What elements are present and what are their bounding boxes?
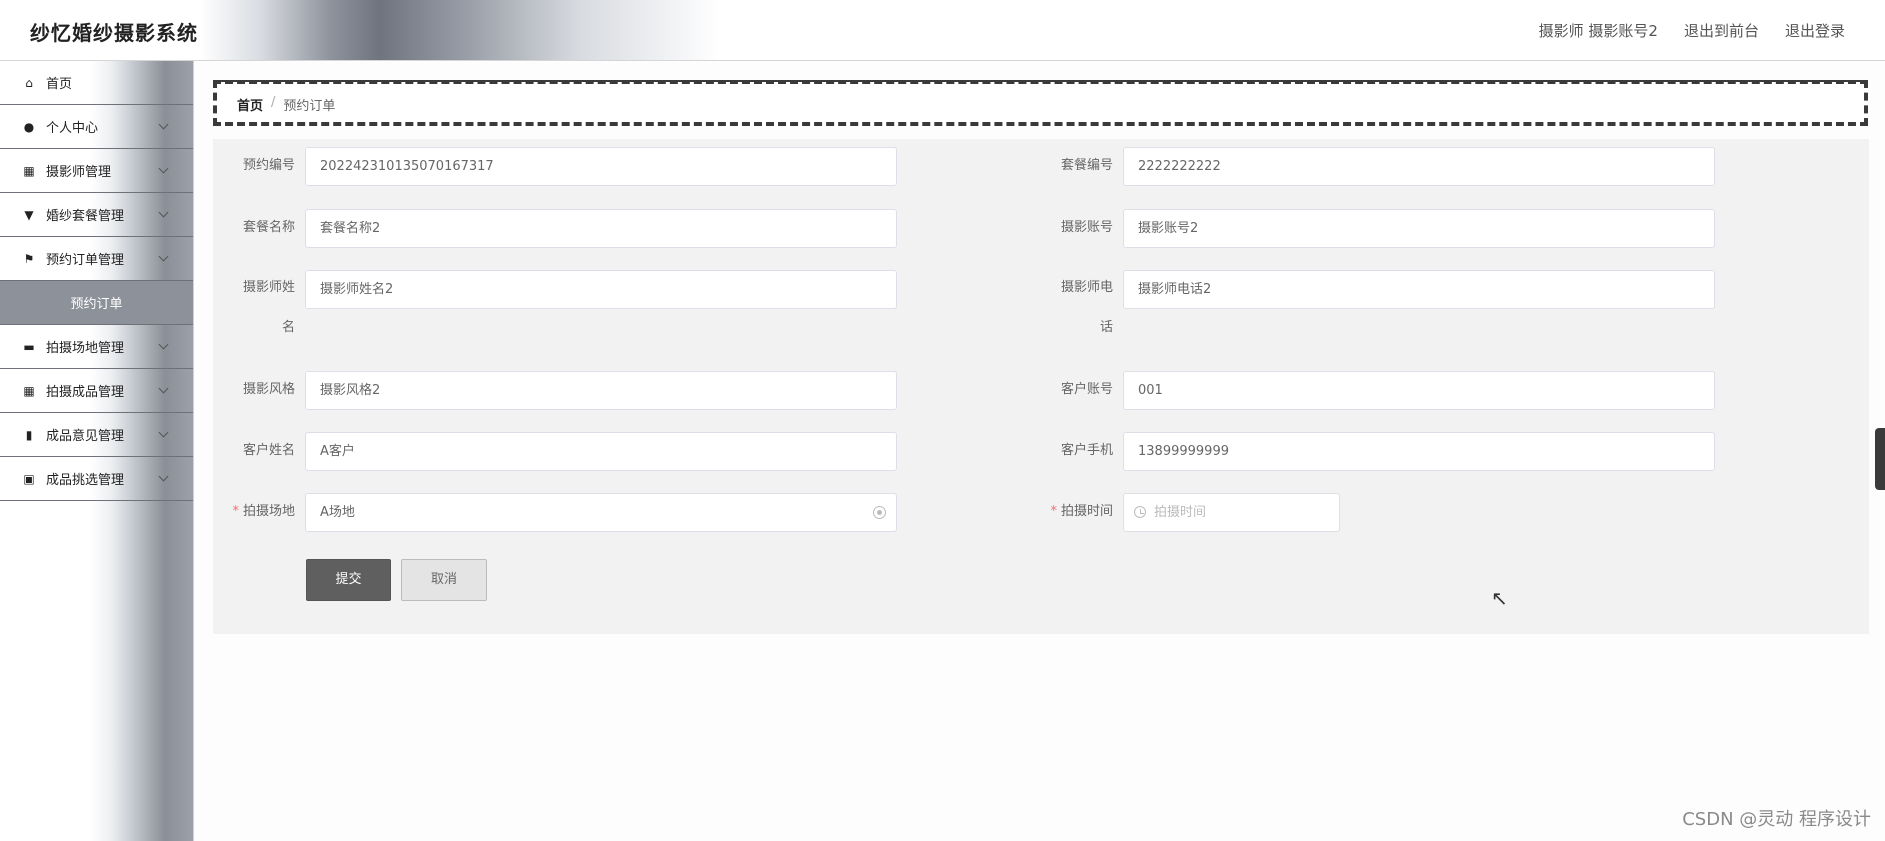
chevron-down-icon [158,119,169,130]
chevron-down-icon [158,383,169,394]
sidebar-item-label: 个人中心 [46,121,99,136]
photographer-name-field[interactable]: 摄影师姓名2 [305,270,897,309]
sidebar-item-personal-center[interactable]: ● 个人中心 [0,105,193,149]
breadcrumb-home[interactable]: 首页 [237,95,263,114]
package-name-field[interactable]: 套餐名称2 [305,209,897,248]
breadcrumb-current: 预约订单 [283,99,336,114]
breadcrumb-separator: / [271,95,276,110]
order-no-field[interactable]: 202242310135070167317 [305,147,897,186]
chevron-down-icon [158,427,169,438]
sidebar-item-label: 成品挑选管理 [46,473,125,488]
photo-account-field[interactable]: 摄影账号2 [1123,209,1715,248]
app-title: 纱忆婚纱摄影系统 [30,21,198,45]
shoot-time-label: * 拍摄时间 [1033,493,1113,531]
shoot-time-label-text: 拍摄时间 [1060,504,1113,519]
main-content: 首页 / 预约订单 预约编号 202242310135070167317 套餐编… [195,61,1885,841]
sidebar-item-venue-management[interactable]: ▬ 拍摄场地管理 [0,325,193,369]
sidebar-item-product-management[interactable]: ▦ 拍摄成品管理 [0,369,193,413]
sidebar-item-selection-management[interactable]: ▣ 成品挑选管理 [0,457,193,501]
breadcrumb-container: 首页 / 预约订单 [213,80,1868,126]
grid-icon: ▦ [23,383,35,398]
sidebar-item-photographer-management[interactable]: ▦ 摄影师管理 [0,149,193,193]
style-label: 摄影风格 [242,382,295,397]
sidebar: ⌂ 首页 ● 个人中心 ▦ 摄影师管理 ▼ 婚纱套餐管理 ⚑ 预约订单管理 预约… [0,61,194,841]
flag-icon: ⚑ [23,251,35,266]
customer-name-label: 客户姓名 [242,443,295,458]
required-mark: * [232,504,239,519]
style-field[interactable]: 摄影风格2 [305,371,897,410]
sidebar-item-label: 婚纱套餐管理 [46,209,125,224]
customer-account-field[interactable]: 001 [1123,371,1715,410]
home-icon: ⌂ [25,75,33,90]
photographer-phone-label-line2: 话 [1099,320,1113,335]
order-form: 预约编号 202242310135070167317 套餐编号 22222222… [213,139,1869,634]
order-no-label: 预约编号 [242,158,295,173]
venue-select[interactable]: A场地 [305,493,897,532]
sidebar-item-label: 拍摄场地管理 [46,341,125,356]
venue-label-text: 拍摄场地 [242,504,295,519]
photo-account-label: 摄影账号 [1060,220,1113,235]
sidebar-item-label: 预约订单管理 [46,253,125,268]
user-icon: ● [23,119,35,134]
top-bar: 纱忆婚纱摄影系统 摄影师 摄影账号2 退出到前台 退出登录 [0,0,1885,61]
package-name-label: 套餐名称 [242,220,295,235]
sidebar-item-feedback-management[interactable]: ▮ 成品意见管理 [0,413,193,457]
customer-account-label: 客户账号 [1060,382,1113,397]
chevron-down-icon [158,339,169,350]
current-user-label: 摄影师 摄影账号2 [1538,22,1658,40]
dress-icon: ▼ [24,207,34,222]
customer-name-field[interactable]: A客户 [305,432,897,471]
exit-to-frontend-link[interactable]: 退出到前台 [1684,20,1759,41]
chevron-down-icon [158,251,169,262]
grid-icon: ▦ [23,163,35,178]
sidebar-item-label: 成品意见管理 [46,429,125,444]
side-scroll-tab[interactable] [1875,428,1885,490]
package-no-label: 套餐编号 [1060,158,1113,173]
clipboard-icon: ▣ [23,471,35,486]
customer-phone-field[interactable]: 13899999999 [1123,432,1715,471]
sidebar-subitem-orders[interactable]: 预约订单 [0,281,193,325]
submit-button[interactable]: 提交 [306,559,391,601]
chevron-down-icon [158,207,169,218]
chat-icon: ▬ [23,339,35,354]
mouse-cursor-icon: ↖ [1491,586,1508,610]
breadcrumb: 首页 / 预约订单 [237,95,335,114]
cancel-button[interactable]: 取消 [401,559,487,601]
photographer-phone-field[interactable]: 摄影师电话2 [1123,270,1715,309]
sidebar-subitem-label: 预约订单 [70,297,123,312]
bar-chart-icon: ▮ [25,427,33,442]
watermark: CSDN @灵动 程序设计 [1682,809,1871,830]
venue-label: * 拍摄场地 [215,493,295,531]
chevron-down-icon [158,471,169,482]
clock-icon [1134,506,1146,518]
top-right-menu: 摄影师 摄影账号2 退出到前台 退出登录 [1539,20,1845,41]
photographer-name-label-line1: 摄影师姓 [242,280,295,295]
logout-link[interactable]: 退出登录 [1785,20,1845,41]
clear-icon[interactable] [873,506,886,519]
sidebar-item-home[interactable]: ⌂ 首页 [0,61,193,105]
sidebar-item-label: 拍摄成品管理 [46,385,125,400]
photographer-name-label-line2: 名 [281,320,295,335]
package-no-field[interactable]: 2222222222 [1123,147,1715,186]
photographer-phone-label-line1: 摄影师电 [1060,280,1113,295]
chevron-down-icon [158,163,169,174]
shoot-time-picker[interactable]: 拍摄时间 [1123,493,1340,532]
sidebar-item-label: 摄影师管理 [46,165,112,180]
sidebar-item-package-management[interactable]: ▼ 婚纱套餐管理 [0,193,193,237]
sidebar-item-label: 首页 [46,77,73,92]
required-mark: * [1050,504,1057,519]
venue-select-value: A场地 [320,505,355,520]
customer-phone-label: 客户手机 [1060,443,1113,458]
sidebar-item-order-management[interactable]: ⚑ 预约订单管理 [0,237,193,281]
